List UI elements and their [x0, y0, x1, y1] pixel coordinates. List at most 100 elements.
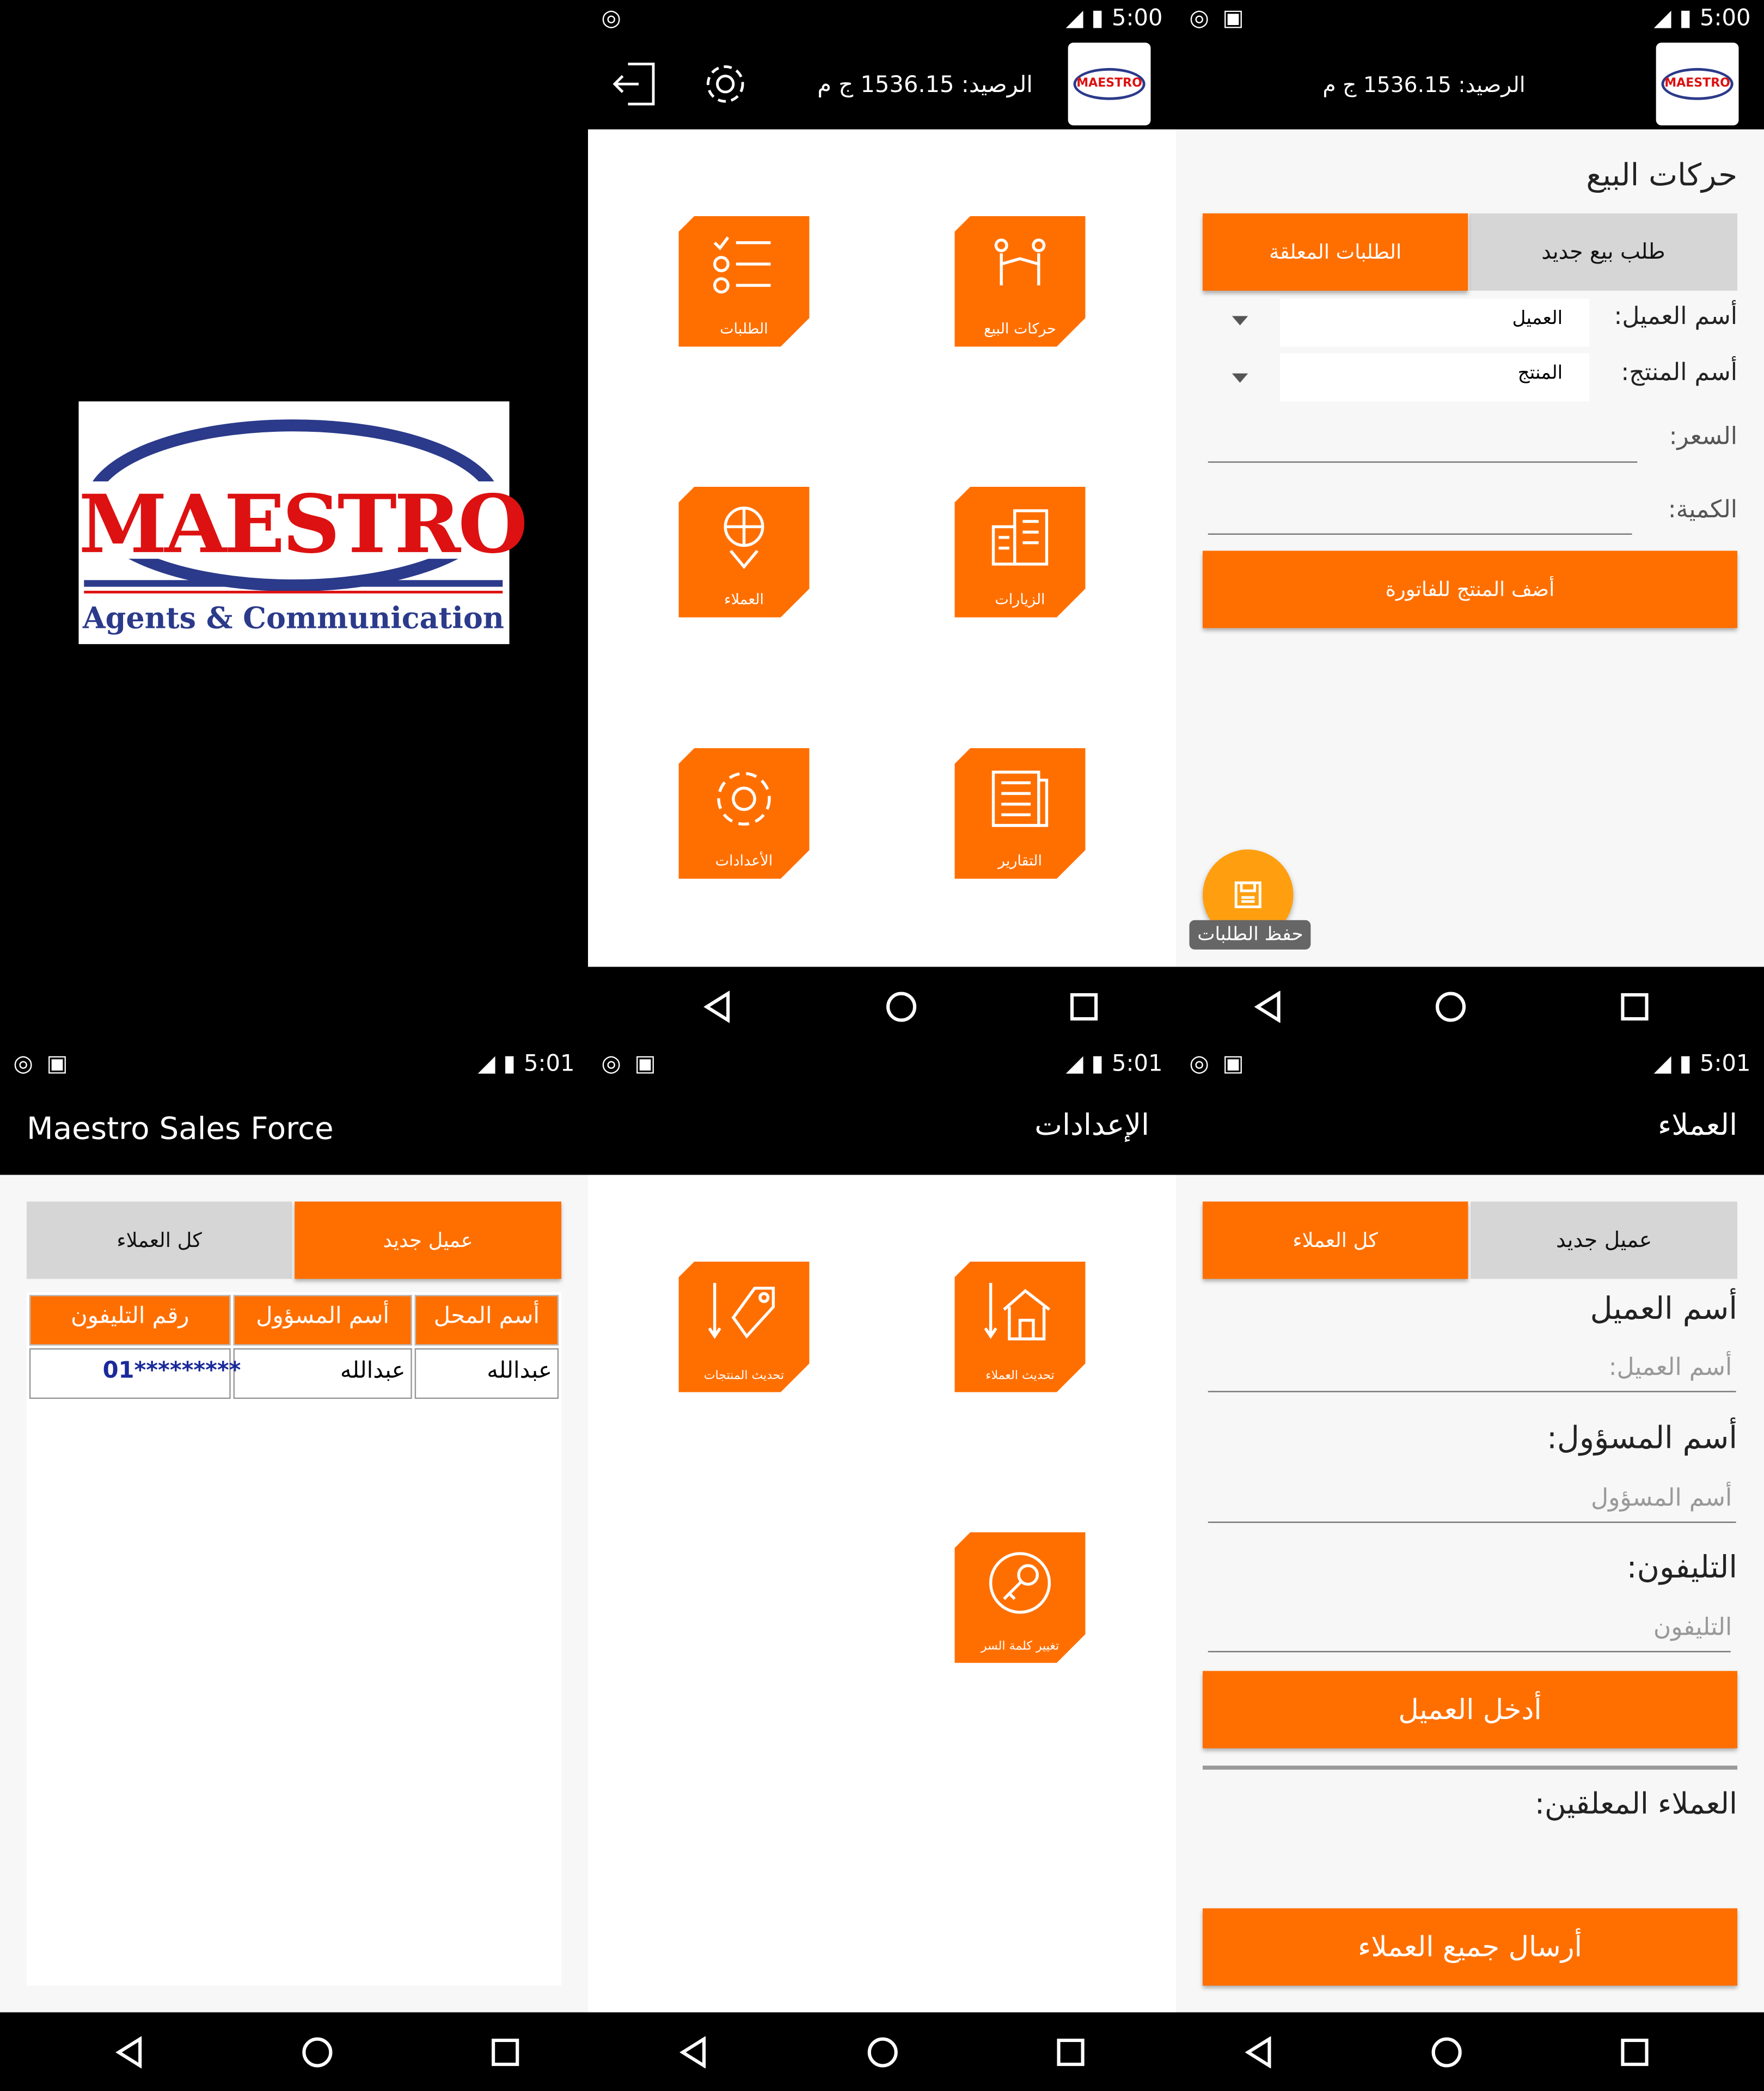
tile-update-products[interactable]: تحديث المنتجات: [678, 1261, 810, 1392]
tab-all-customers[interactable]: كل العملاء: [26, 1201, 292, 1279]
gear-icon[interactable]: [703, 62, 748, 112]
table-header: أسم المحل: [414, 1294, 559, 1346]
tile-label: تحديث المنتجات: [703, 1369, 785, 1383]
signal-icon: ◢: [1065, 5, 1083, 32]
app-logo-small: MAESTRO: [1068, 42, 1151, 126]
add-product-button[interactable]: أضف المنتج للفاتورة: [1202, 551, 1738, 628]
back-icon[interactable]: [113, 2035, 145, 2068]
product-select[interactable]: المنتج: [1280, 353, 1590, 402]
tile-update-customers[interactable]: تحديث العملاء: [954, 1261, 1086, 1392]
tile-label: التقارير: [997, 852, 1043, 870]
sales-screen: ◎ ▣ ◢ ▮ 5:00 الرصيد: 1536.15 ج م MAESTRO حر…: [1176, 0, 1764, 1046]
maestro-logo: MAESTRO Agents & Communication: [78, 401, 528, 644]
responsible-input[interactable]: أسم المسؤول: [1591, 1484, 1732, 1512]
tab-all-customers[interactable]: كل العملاء: [1202, 1201, 1468, 1279]
tile-settings[interactable]: الأعدادات: [678, 748, 810, 879]
battery-icon: ▮: [1091, 1050, 1104, 1078]
clock: 5:01: [1700, 1050, 1751, 1078]
divider: [1202, 1765, 1738, 1770]
tile-reports[interactable]: التقارير: [954, 748, 1086, 879]
tile-label: الزيارات: [995, 590, 1045, 608]
price-input[interactable]: [1208, 433, 1638, 463]
nav-bar: [0, 2012, 1764, 2091]
logo-tagline: Agents & Communication: [82, 601, 504, 637]
back-icon[interactable]: [1252, 990, 1284, 1023]
tile-label: العملاء: [724, 590, 764, 608]
enter-customer-button[interactable]: أدخل العميل: [1202, 1671, 1738, 1748]
back-icon[interactable]: [1242, 2035, 1275, 2068]
recents-icon[interactable]: [1619, 990, 1651, 1022]
whatsapp-icon: ◎: [601, 5, 621, 32]
home-icon[interactable]: [302, 2035, 334, 2068]
tile-label: حركات البيع: [984, 320, 1056, 338]
recents-icon[interactable]: [1068, 990, 1100, 1022]
phone-input[interactable]: التليفون: [1653, 1613, 1732, 1641]
tile-label: تحديث العملاء: [985, 1369, 1055, 1383]
chevron-down-icon[interactable]: [1232, 316, 1248, 326]
signal-icon: ◢: [1653, 1050, 1671, 1078]
table-cell[interactable]: 01*********: [29, 1348, 241, 1399]
home-icon[interactable]: [1430, 2035, 1462, 2068]
tile-change-password[interactable]: تغيير كلمة السر: [954, 1532, 1086, 1663]
image-icon: ▣: [634, 1050, 656, 1078]
battery-icon: ▮: [1679, 5, 1692, 32]
logo-brand-text: MAESTRO: [78, 479, 528, 572]
table-cell[interactable]: عبدالله: [414, 1348, 559, 1399]
status-bar: ◎ ▣ ◢ ▮ 5:00: [1176, 0, 1764, 40]
customers-body: عميل جديد كل العملاء أسم العميل أسم العم…: [1176, 1175, 1764, 2013]
whatsapp-icon: ◎: [13, 1050, 33, 1078]
home-screen: ◎ ◢ ▮ 5:00 الرصيد: 1536.15 ج م MAESTRO حرك…: [588, 0, 1177, 1046]
customers-screen: ◎ ▣ ◢ ▮ 5:01 العملاء عميل جديد كل العملاء أ…: [1176, 1046, 1764, 2091]
settings-screen: ◎ ▣ ◢ ▮ 5:01 الإعدادات تحديث العملاء تحديث …: [588, 1046, 1177, 2091]
responsible-label: أسم المسؤول:: [1546, 1421, 1738, 1457]
tile-sales[interactable]: حركات البيع: [954, 216, 1086, 347]
back-icon[interactable]: [678, 2035, 710, 2068]
price-label: السعر:: [1669, 423, 1738, 451]
status-bar: ◎ ▣ ◢ ▮ 5:01: [588, 1046, 1176, 1085]
customer-select[interactable]: العميل: [1280, 298, 1590, 347]
settings-grid: تحديث العملاء تحديث المنتجات تغيير كلمة …: [588, 1175, 1177, 2013]
phone-label: التليفون:: [1626, 1551, 1738, 1586]
signal-icon: ◢: [1065, 1050, 1083, 1078]
home-icon[interactable]: [866, 2035, 898, 2068]
clock: 5:00: [1112, 5, 1163, 32]
app-bar-title: الإعدادات: [1034, 1109, 1150, 1143]
signal-icon: ◢: [477, 1050, 495, 1078]
app-bar-title: Maestro Sales Force: [26, 1112, 334, 1147]
qty-label: الكمية:: [1668, 496, 1738, 524]
save-icon: [1234, 881, 1261, 908]
chevron-down-icon[interactable]: [1232, 373, 1248, 383]
back-icon[interactable]: [701, 990, 733, 1023]
recents-icon[interactable]: [489, 2035, 522, 2068]
list-body: كل العملاء عميل جديد أسم المحل أسم المسؤ…: [0, 1175, 589, 2013]
tab-pending-orders[interactable]: الطلبات المعلقة: [1202, 213, 1468, 291]
whatsapp-icon: ◎: [1189, 1050, 1209, 1078]
input-underline: [1208, 1391, 1736, 1392]
customer-name-input[interactable]: أسم العميل:: [1609, 1354, 1732, 1381]
signal-icon: ◢: [1653, 5, 1671, 32]
recents-icon[interactable]: [1054, 2035, 1086, 2068]
home-icon[interactable]: [885, 990, 917, 1022]
save-orders-tooltip: حفظ الطلبات: [1189, 920, 1312, 950]
tile-orders[interactable]: الطلبات: [678, 216, 810, 347]
sales-body: حركات البيع طلب بيع جديد الطلبات المعلقة…: [1176, 129, 1764, 967]
tile-customers[interactable]: العملاء: [678, 486, 810, 617]
logout-icon[interactable]: [612, 62, 657, 112]
table-header: أسم المسؤول: [233, 1294, 412, 1346]
recents-icon[interactable]: [1619, 2035, 1651, 2068]
tile-label: تغيير كلمة السر: [981, 1640, 1059, 1654]
tile-visits[interactable]: الزيارات: [954, 486, 1086, 617]
table-header: رقم التليفون: [29, 1294, 231, 1346]
home-icon[interactable]: [1435, 990, 1467, 1022]
whatsapp-icon: ◎: [601, 1050, 621, 1078]
tab-new-order[interactable]: طلب بيع جديد: [1469, 213, 1738, 291]
qty-input[interactable]: [1208, 505, 1632, 535]
balance-text: الرصيد: 1536.15 ج م: [1322, 72, 1526, 97]
tab-new-customer[interactable]: عميل جديد: [1471, 1201, 1738, 1279]
table-cell[interactable]: عبدالله: [233, 1348, 412, 1399]
nav-bar: [588, 967, 1764, 1046]
image-icon: ▣: [46, 1050, 68, 1078]
send-all-customers-button[interactable]: أرسال جميع العملاء: [1202, 1908, 1738, 1986]
tab-new-customer[interactable]: عميل جديد: [295, 1201, 562, 1279]
customers-table: أسم المحل أسم المسؤول رقم التليفون عبدال…: [26, 1292, 562, 1986]
